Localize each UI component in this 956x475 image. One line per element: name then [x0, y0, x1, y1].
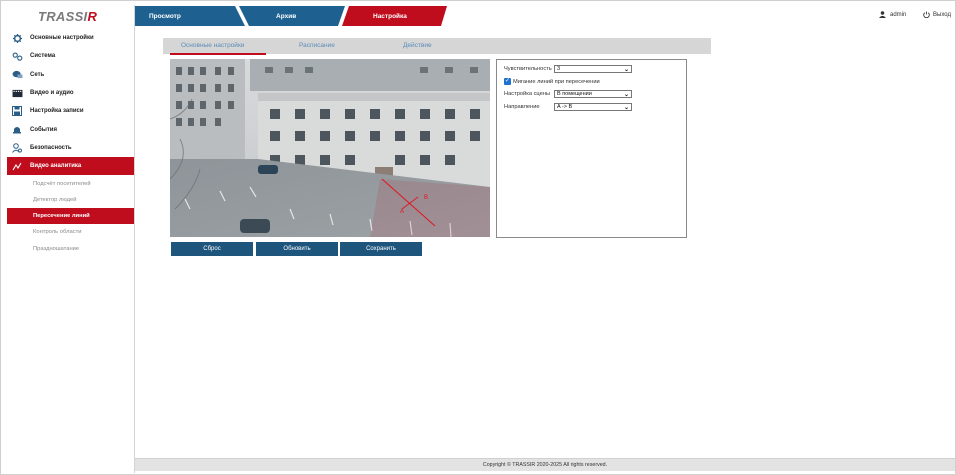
sidebar-subitem-label: Детектор людей: [33, 196, 77, 203]
subtab-schedule[interactable]: Расписание: [299, 42, 335, 49]
subtab-action[interactable]: Действие: [403, 42, 432, 49]
save-button[interactable]: Сохранить: [340, 242, 422, 256]
sidebar-item-label: События: [30, 126, 57, 133]
sidebar-subitem-label: Подсчёт посетителей: [33, 180, 91, 187]
user-menu[interactable]: admin: [879, 11, 906, 18]
sidebar-item-network[interactable]: Сеть: [7, 66, 134, 84]
sidebar-item-events[interactable]: События: [7, 120, 134, 138]
save-button-label: Сохранить: [366, 246, 396, 252]
sidebar-subitem-label: Контроль области: [33, 229, 82, 236]
subtab-basic-settings[interactable]: Основные настройки: [181, 42, 244, 49]
sidebar: TRASSIR Основные настройки Система Сеть …: [7, 5, 135, 473]
sidebar-item-label: Основные настройки: [30, 35, 94, 42]
checkbox-checked[interactable]: ✓: [504, 78, 511, 85]
sidebar-item-label: Видео аналитика: [30, 163, 82, 170]
chevron-down-icon: ⌄: [623, 67, 629, 73]
power-icon: [923, 11, 930, 18]
floppy-disk-icon: [11, 106, 23, 117]
sidebar-item-record-settings[interactable]: Настройка записи: [7, 102, 134, 120]
reset-button[interactable]: Сброс: [171, 242, 253, 256]
sidebar-item-security[interactable]: Безопасность: [7, 139, 134, 157]
sidebar-item-video-audio[interactable]: Видео и аудио: [7, 84, 134, 102]
sidebar-item-video-analytics[interactable]: Видео аналитика: [7, 157, 134, 176]
sidebar-subitem-people-detector[interactable]: Детектор людей: [7, 192, 134, 208]
line-crossing-settings-panel: Чувствительность 3 ⌄ ✓ Мигание линий при…: [496, 59, 687, 238]
sensitivity-value: 3: [557, 66, 561, 72]
tab-view[interactable]: Просмотр: [149, 6, 181, 26]
tab-settings[interactable]: Настройка: [373, 6, 407, 26]
sensitivity-select[interactable]: 3 ⌄: [554, 65, 632, 73]
sidebar-subitem-loitering[interactable]: Праздношатание: [7, 241, 134, 257]
active-subtab-indicator: [170, 53, 266, 55]
sensitivity-label: Чувствительность: [504, 66, 552, 72]
sidebar-item-system[interactable]: Система: [7, 47, 134, 65]
sidebar-subitem-area-control[interactable]: Контроль области: [7, 224, 134, 240]
chevron-down-icon: ⌄: [623, 105, 629, 111]
direction-value: A -> B: [557, 104, 573, 110]
sidebar-item-label: Настройка записи: [30, 108, 84, 115]
sidebar-subitem-visitor-count[interactable]: Подсчёт посетителей: [7, 175, 134, 191]
gear-icon: [11, 33, 23, 43]
user-icon: [879, 11, 886, 18]
film-icon: [11, 89, 23, 98]
analytics-icon: [11, 162, 23, 171]
sidebar-menu: Основные настройки Система Сеть Видео и …: [7, 29, 134, 257]
tab-label: Архив: [276, 12, 297, 20]
camera-preview[interactable]: A B: [170, 59, 490, 237]
top-nav: Просмотр Архив Настройка: [135, 6, 655, 26]
logout-button[interactable]: Выход: [923, 11, 951, 18]
user-shield-icon: [11, 143, 23, 153]
sidebar-item-label: Система: [30, 53, 56, 60]
scene-label: Настройка сцены: [504, 91, 551, 97]
chevron-down-icon: ⌄: [623, 92, 629, 98]
sidebar-subitem-label: Праздношатание: [33, 245, 80, 252]
blink-lines-label: Мигание линий при пересечении: [513, 78, 600, 85]
reset-button-label: Сброс: [203, 246, 221, 252]
tab-label: Просмотр: [149, 12, 181, 20]
line-point-b-label: B: [424, 195, 428, 201]
sidebar-item-basic-settings[interactable]: Основные настройки: [7, 29, 134, 47]
copyright-text: Copyright © TRASSIR 2020-2025 All rights…: [482, 462, 608, 468]
alarm-bell-icon: [11, 125, 23, 134]
scene-select[interactable]: В помещении ⌄: [554, 90, 632, 98]
line-point-a-label: A: [400, 209, 404, 215]
trassir-logo: TRASSIR: [38, 9, 98, 24]
scene-value: В помещении: [557, 91, 592, 97]
sidebar-subitem-label: Пересечение линий: [33, 213, 90, 220]
camera-scene: A B: [170, 59, 490, 237]
sidebar-subitem-line-crossing[interactable]: Пересечение линий: [7, 207, 134, 225]
sidebar-item-label: Безопасность: [30, 144, 72, 151]
settings-subtabs: Основные настройки Расписание Действие: [163, 38, 711, 54]
cogs-icon: [11, 52, 23, 61]
user-name: admin: [890, 11, 907, 18]
footer: Copyright © TRASSIR 2020-2025 All rights…: [135, 458, 955, 471]
direction-select[interactable]: A -> B ⌄: [554, 103, 632, 111]
network-icon: [11, 70, 23, 79]
logout-label: Выход: [933, 11, 951, 18]
sidebar-item-label: Сеть: [30, 71, 45, 78]
tab-label: Настройка: [373, 12, 407, 20]
direction-label: Направление: [504, 104, 540, 110]
tab-archive[interactable]: Архив: [276, 6, 296, 26]
refresh-button-label: Обновить: [283, 246, 311, 252]
blink-lines-checkbox-row[interactable]: ✓ Мигание линий при пересечении: [504, 78, 600, 85]
sidebar-item-label: Видео и аудио: [30, 90, 74, 97]
refresh-button[interactable]: Обновить: [256, 242, 338, 256]
